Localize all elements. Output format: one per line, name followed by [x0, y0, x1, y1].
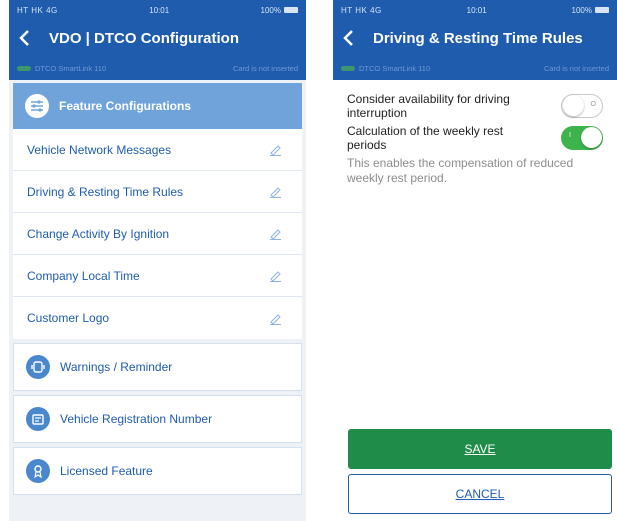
page-title: VDO | DTCO Configuration: [49, 29, 240, 47]
back-arrow-icon[interactable]: [9, 20, 39, 56]
pencil-icon[interactable]: [268, 269, 282, 283]
device-name: DTCO SmartLink 110: [359, 63, 431, 73]
toggle-knob: [581, 127, 602, 148]
sliders-icon: [25, 94, 49, 118]
toggle-knob: [563, 95, 584, 116]
sub-item-company-local-time[interactable]: Company Local Time: [13, 255, 302, 297]
settings-panel: Consider availability for driving interr…: [333, 80, 617, 186]
status-bar: HT HK 4G 10:01 100%: [9, 0, 306, 20]
app-header: VDO | DTCO Configuration: [9, 20, 306, 56]
battery-icon: [595, 7, 609, 13]
warning-icon: [26, 355, 50, 379]
feature-header-label: Feature Configurations: [59, 99, 192, 113]
license-icon: [26, 459, 50, 483]
battery-level: 100%: [260, 5, 281, 15]
sub-item-change-activity-by-ignition[interactable]: Change Activity By Ignition: [13, 213, 302, 255]
weekly-rest-toggle[interactable]: I: [561, 126, 603, 150]
device-name: DTCO SmartLink 110: [35, 63, 107, 73]
card-label: Vehicle Registration Number: [60, 412, 213, 426]
sub-item-customer-logo[interactable]: Customer Logo: [13, 297, 302, 339]
sub-item-label: Change Activity By Ignition: [27, 226, 170, 241]
setting-row-availability: Consider availability for driving interr…: [347, 92, 603, 120]
sub-item-driving-resting-time-rules[interactable]: Driving & Resting Time Rules: [13, 171, 302, 213]
setting-description: This enables the compensation of reduced…: [347, 156, 574, 185]
registration-icon: [26, 407, 50, 431]
pencil-icon[interactable]: [268, 185, 282, 199]
connection-bar: DTCO SmartLink 110 Card is not inserted: [9, 56, 306, 80]
card-status: Card is not inserted: [232, 63, 298, 73]
card-label: Licensed Feature: [60, 464, 153, 478]
feature-sub-list: Vehicle Network Messages Driving & Resti…: [13, 129, 302, 339]
sub-item-label: Company Local Time: [27, 268, 140, 283]
battery-level: 100%: [571, 5, 592, 15]
driving-rules-screen: HT HK 4G 10:01 100% Driving & Resting Ti…: [333, 0, 617, 521]
clock: 10:01: [149, 5, 170, 15]
cancel-button[interactable]: CANCEL: [348, 474, 612, 514]
signal-indicator: HT HK 4G: [341, 5, 382, 15]
app-header: Driving & Resting Time Rules: [333, 20, 617, 56]
sub-item-vehicle-network-messages[interactable]: Vehicle Network Messages: [13, 129, 302, 171]
signal-indicator: HT HK 4G: [17, 5, 58, 15]
pencil-icon[interactable]: [268, 227, 282, 241]
back-arrow-icon[interactable]: [333, 20, 363, 56]
sub-item-label: Vehicle Network Messages: [27, 142, 172, 157]
setting-label: Consider availability for driving interr…: [347, 92, 510, 120]
vehicle-registration-card[interactable]: Vehicle Registration Number: [13, 395, 302, 443]
config-screen: HT HK 4G 10:01 100% VDO | DTCO Configura…: [9, 0, 306, 521]
pencil-icon[interactable]: [268, 143, 282, 157]
save-button[interactable]: SAVE: [348, 429, 612, 469]
battery-icon: [284, 7, 298, 13]
connection-bar: DTCO SmartLink 110 Card is not inserted: [333, 56, 617, 80]
warnings-reminder-card[interactable]: Warnings / Reminder: [13, 343, 302, 391]
feature-configurations-header[interactable]: Feature Configurations: [13, 83, 302, 129]
availability-toggle[interactable]: O: [561, 94, 603, 118]
pencil-icon[interactable]: [268, 311, 282, 325]
toggle-off-mark-icon: O: [590, 101, 596, 108]
clock: 10:01: [466, 5, 487, 15]
toggle-on-mark-icon: I: [569, 132, 571, 139]
licensed-feature-card[interactable]: Licensed Feature: [13, 447, 302, 495]
card-label: Warnings / Reminder: [60, 360, 173, 374]
setting-label: Calculation of the weekly rest periods: [347, 124, 504, 152]
card-status: Card is not inserted: [543, 63, 609, 73]
link-status-icon: [17, 65, 31, 71]
sub-item-label: Customer Logo: [27, 311, 110, 325]
page-title: Driving & Resting Time Rules: [373, 29, 583, 47]
setting-row-weekly-rest: Calculation of the weekly rest periods I: [347, 124, 603, 152]
link-status-icon: [341, 65, 355, 71]
sub-item-label: Driving & Resting Time Rules: [27, 184, 184, 199]
status-bar: HT HK 4G 10:01 100%: [333, 0, 617, 20]
